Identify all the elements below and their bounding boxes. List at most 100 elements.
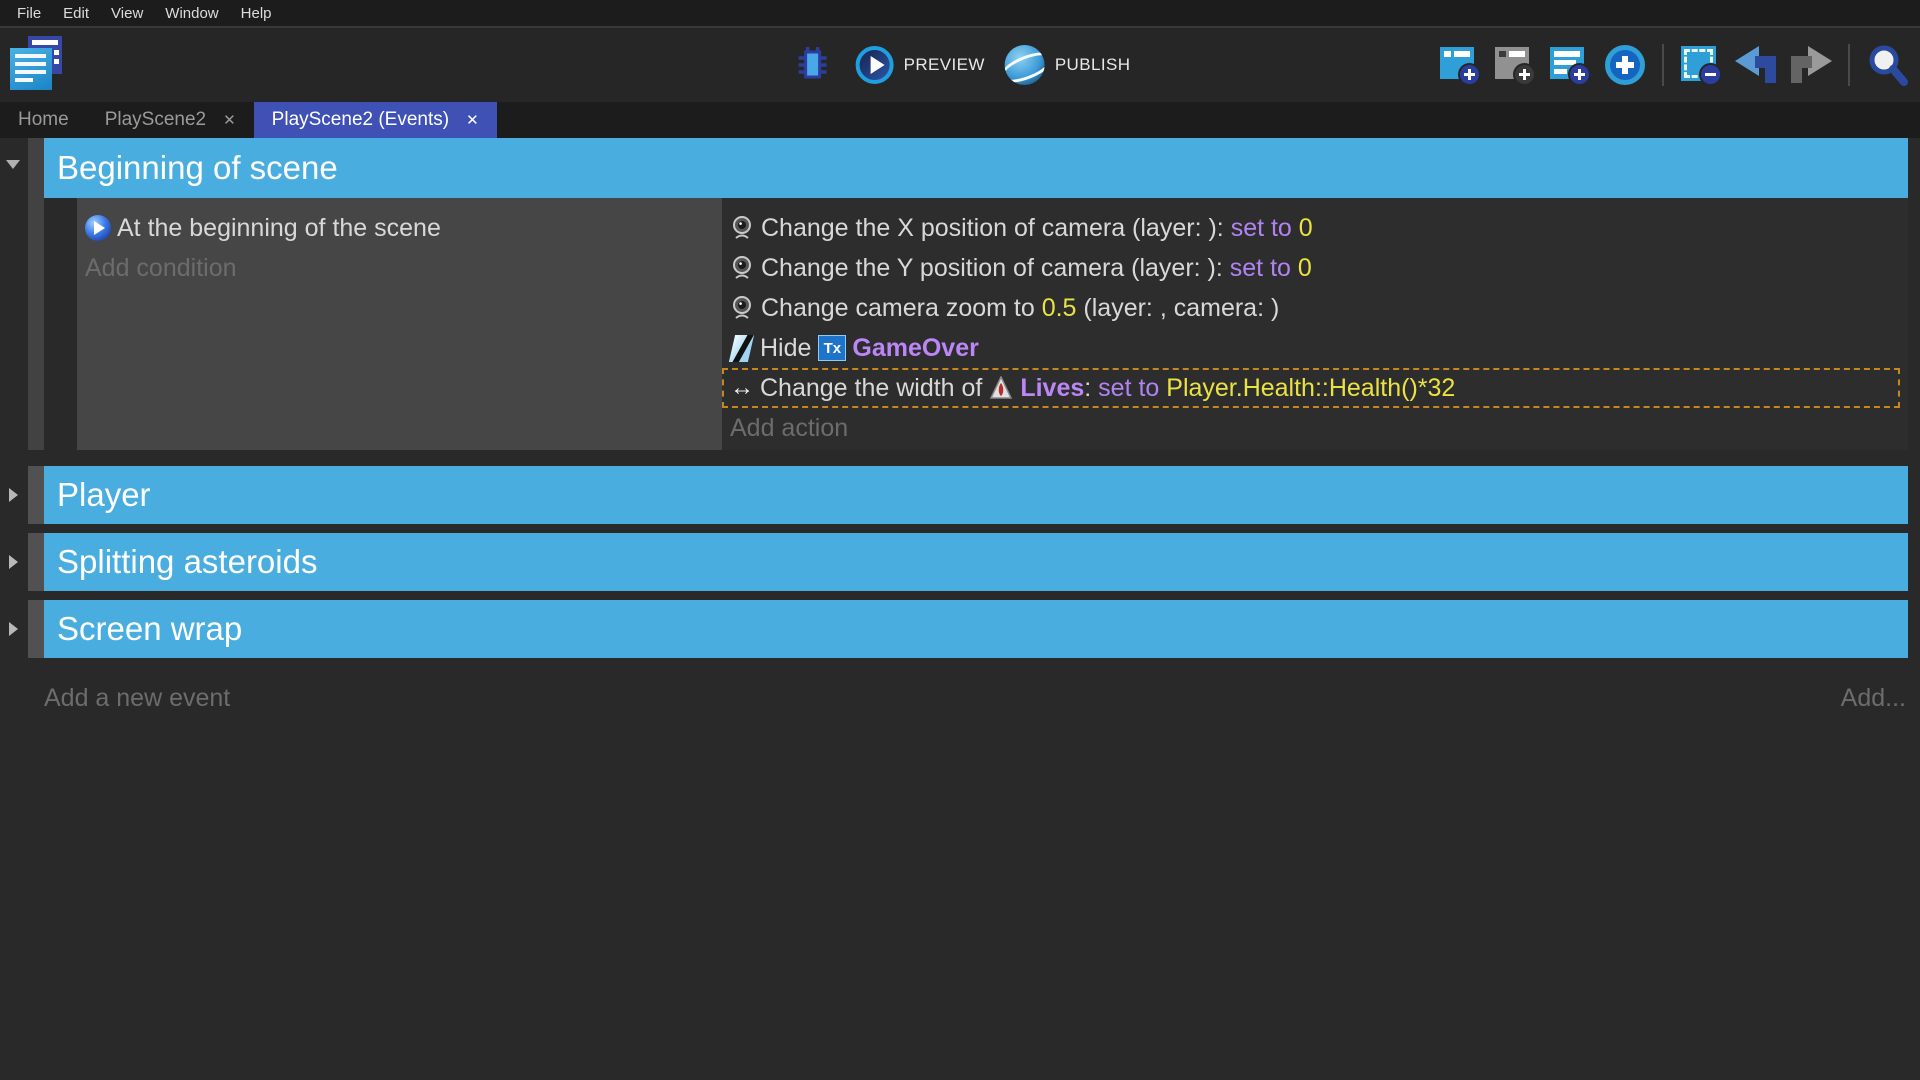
event-drag-handle[interactable]: [28, 138, 44, 450]
menu-item-window[interactable]: Window: [154, 5, 229, 22]
action-operator: set to: [1098, 374, 1166, 403]
event-gutter: [0, 138, 28, 450]
tab-bar: Home PlayScene2 ✕ PlayScene2 (Events) ✕: [0, 102, 1920, 138]
menu-item-edit[interactable]: Edit: [52, 5, 100, 22]
menu-item-help[interactable]: Help: [230, 5, 283, 22]
action-object: GameOver: [852, 334, 978, 363]
remove-selection-button[interactable]: [1678, 42, 1724, 88]
collapse-caret-icon[interactable]: [6, 160, 20, 169]
camera-icon: [730, 255, 754, 281]
expand-caret-icon[interactable]: [9, 555, 18, 569]
condition-text: At the beginning of the scene: [117, 214, 441, 243]
events-sheet: Beginning of scene At the beginning of t…: [0, 138, 1920, 713]
action-text: (layer: , camera: ): [1076, 294, 1279, 323]
add-circle-icon: [1605, 45, 1645, 85]
menu-item-view[interactable]: View: [100, 5, 154, 22]
add-action-button[interactable]: Add action: [722, 408, 1908, 448]
tab-label: PlayScene2: [105, 109, 206, 131]
publish-globe-icon: [1005, 45, 1045, 85]
action-text: :: [1084, 374, 1098, 403]
group-header-beginning-of-scene[interactable]: Beginning of scene: [44, 138, 1908, 198]
action-text: Hide: [760, 334, 818, 363]
close-icon[interactable]: ✕: [466, 111, 479, 129]
add-event-button[interactable]: [1437, 42, 1483, 88]
action-object: Lives: [1020, 374, 1084, 403]
tab-playscene2-events[interactable]: PlayScene2 (Events) ✕: [254, 102, 497, 138]
close-icon[interactable]: ✕: [223, 111, 236, 129]
undo-button[interactable]: [1733, 42, 1779, 88]
event-drag-handle[interactable]: [28, 533, 44, 591]
group-title: Player: [57, 476, 151, 514]
toolbar-separator: [1662, 44, 1664, 86]
actions-panel: Change the X position of camera (layer: …: [722, 198, 1908, 450]
action-text: Change the X position of camera (layer: …: [761, 214, 1231, 243]
event-group-splitting-asteroids: Splitting asteroids: [0, 533, 1920, 591]
tab-label: PlayScene2 (Events): [272, 109, 449, 131]
gdevelop-window: File Edit View Window Help: [0, 0, 1920, 713]
toolbar: PREVIEW PUBLISH: [0, 26, 1920, 102]
tab-playscene2[interactable]: PlayScene2 ✕: [87, 102, 254, 138]
add-event-row: Add a new event Add...: [44, 684, 1906, 713]
action-value: 0.5: [1042, 294, 1077, 323]
action-value: 0: [1292, 214, 1313, 243]
publish-label: PUBLISH: [1055, 55, 1131, 75]
add-comment-button[interactable]: [1547, 42, 1593, 88]
action-row-camera-y[interactable]: Change the Y position of camera (layer: …: [722, 248, 1908, 288]
event-group-screen-wrap: Screen wrap: [0, 600, 1920, 658]
action-value: 0: [1291, 254, 1312, 283]
add-more-button[interactable]: Add...: [1841, 684, 1906, 713]
add-new-event-button[interactable]: Add a new event: [44, 684, 230, 713]
event-drag-handle[interactable]: [28, 600, 44, 658]
scene-begin-icon: [85, 215, 111, 241]
undo-icon: [1733, 44, 1779, 86]
action-row-camera-x[interactable]: Change the X position of camera (layer: …: [722, 208, 1908, 248]
group-header-screen-wrap[interactable]: Screen wrap: [44, 600, 1908, 658]
menu-item-file[interactable]: File: [6, 5, 52, 22]
group-title: Beginning of scene: [57, 149, 338, 187]
conditions-panel: At the beginning of the scene Add condit…: [77, 198, 722, 450]
preview-play-icon: [856, 46, 894, 84]
expand-caret-icon[interactable]: [9, 488, 18, 502]
group-header-player[interactable]: Player: [44, 466, 1908, 524]
debug-button[interactable]: [790, 42, 836, 88]
action-text: Change the Y position of camera (layer: …: [761, 254, 1230, 283]
text-object-icon: Tx: [818, 335, 846, 361]
hide-visibility-icon: [729, 335, 754, 362]
action-operator: set to: [1230, 254, 1291, 283]
publish-button[interactable]: PUBLISH: [1005, 45, 1131, 85]
event-gutter: [0, 466, 28, 524]
event-drag-handle[interactable]: [28, 466, 44, 524]
action-row-hide-gameover[interactable]: Hide Tx GameOver: [722, 328, 1908, 368]
action-text: Change camera zoom to: [761, 294, 1042, 323]
search-icon: [1865, 43, 1909, 87]
add-other-event-button[interactable]: [1602, 42, 1648, 88]
group-title: Splitting asteroids: [57, 543, 317, 581]
toolbar-separator: [1848, 44, 1850, 86]
redo-button[interactable]: [1788, 42, 1834, 88]
event-group-beginning-of-scene: Beginning of scene At the beginning of t…: [0, 138, 1920, 450]
event-gutter: [0, 600, 28, 658]
gdevelop-logo-icon: [10, 36, 64, 92]
camera-icon: [730, 295, 754, 321]
preview-label: PREVIEW: [904, 55, 985, 75]
action-value: Player.Health::Health()*32: [1166, 374, 1455, 403]
add-condition-button[interactable]: Add condition: [77, 248, 722, 288]
tab-label: Home: [18, 109, 69, 131]
action-row-change-width-selected[interactable]: ↔ Change the width of Lives: set to Play…: [722, 368, 1900, 408]
event-gutter: [0, 533, 28, 591]
expand-caret-icon[interactable]: [9, 622, 18, 636]
group-header-splitting-asteroids[interactable]: Splitting asteroids: [44, 533, 1908, 591]
add-sub-event-button[interactable]: [1492, 42, 1538, 88]
search-button[interactable]: [1864, 42, 1910, 88]
camera-icon: [730, 215, 754, 241]
action-row-camera-zoom[interactable]: Change camera zoom to 0.5 (layer: , came…: [722, 288, 1908, 328]
width-arrows-icon: ↔: [730, 376, 754, 400]
redo-icon: [1788, 44, 1834, 86]
menu-bar: File Edit View Window Help: [0, 0, 1920, 26]
tab-home[interactable]: Home: [0, 102, 87, 138]
condition-row-scene-begin[interactable]: At the beginning of the scene: [77, 208, 722, 248]
event-group-player: Player: [0, 466, 1920, 524]
preview-button[interactable]: PREVIEW: [856, 46, 985, 84]
group-title: Screen wrap: [57, 610, 242, 648]
bug-icon: [791, 43, 835, 87]
